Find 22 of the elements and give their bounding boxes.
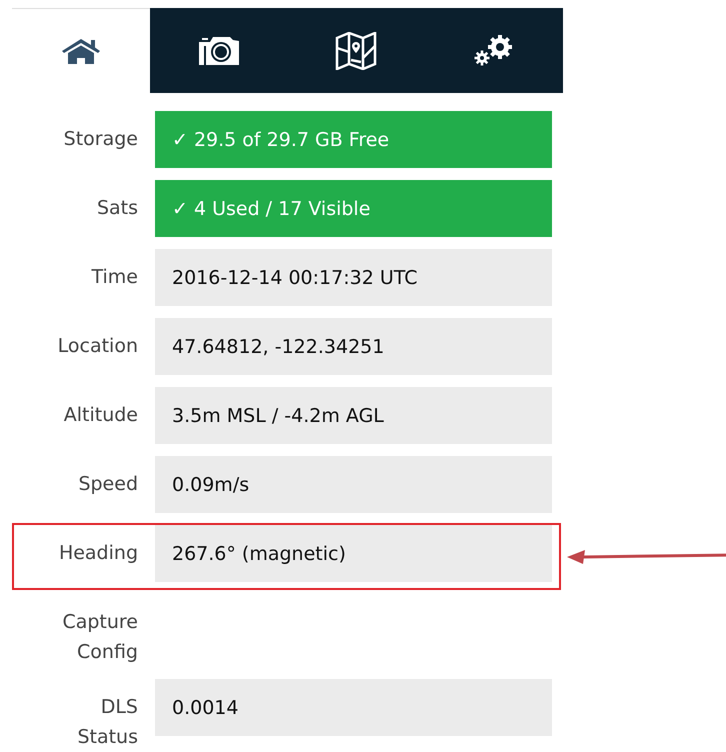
field-label: Sats: [96, 196, 138, 221]
status-value: ✓ 4 Used / 17 Visible: [155, 180, 552, 237]
camera-icon: [198, 36, 240, 66]
field-label: Capture Config: [61, 610, 138, 665]
field-label: Altitude: [62, 403, 138, 428]
field-label: Storage: [62, 127, 138, 152]
status-value: 3.5m MSL / -4.2m AGL: [155, 387, 552, 444]
status-value: 0.09m/s: [155, 456, 552, 513]
tab[interactable]: [425, 8, 563, 93]
status-value: 47.64812, -122.34251: [155, 318, 552, 375]
field-label: Location: [56, 334, 138, 359]
status-value: 267.6° (magnetic): [155, 525, 552, 582]
field-label: Heading: [58, 541, 138, 566]
status-value: 0.0014: [155, 679, 552, 736]
field-label: Time: [90, 265, 138, 290]
status-value: ✓ 29.5 of 29.7 GB Free: [155, 111, 552, 168]
field-label: Speed: [77, 472, 138, 497]
home-icon: [60, 37, 102, 65]
status-value: 2016-12-14 00:17:32 UTC: [155, 249, 552, 306]
tab[interactable]: [150, 8, 288, 93]
map-icon: [335, 32, 378, 70]
field-label: DLS Status: [76, 695, 138, 750]
